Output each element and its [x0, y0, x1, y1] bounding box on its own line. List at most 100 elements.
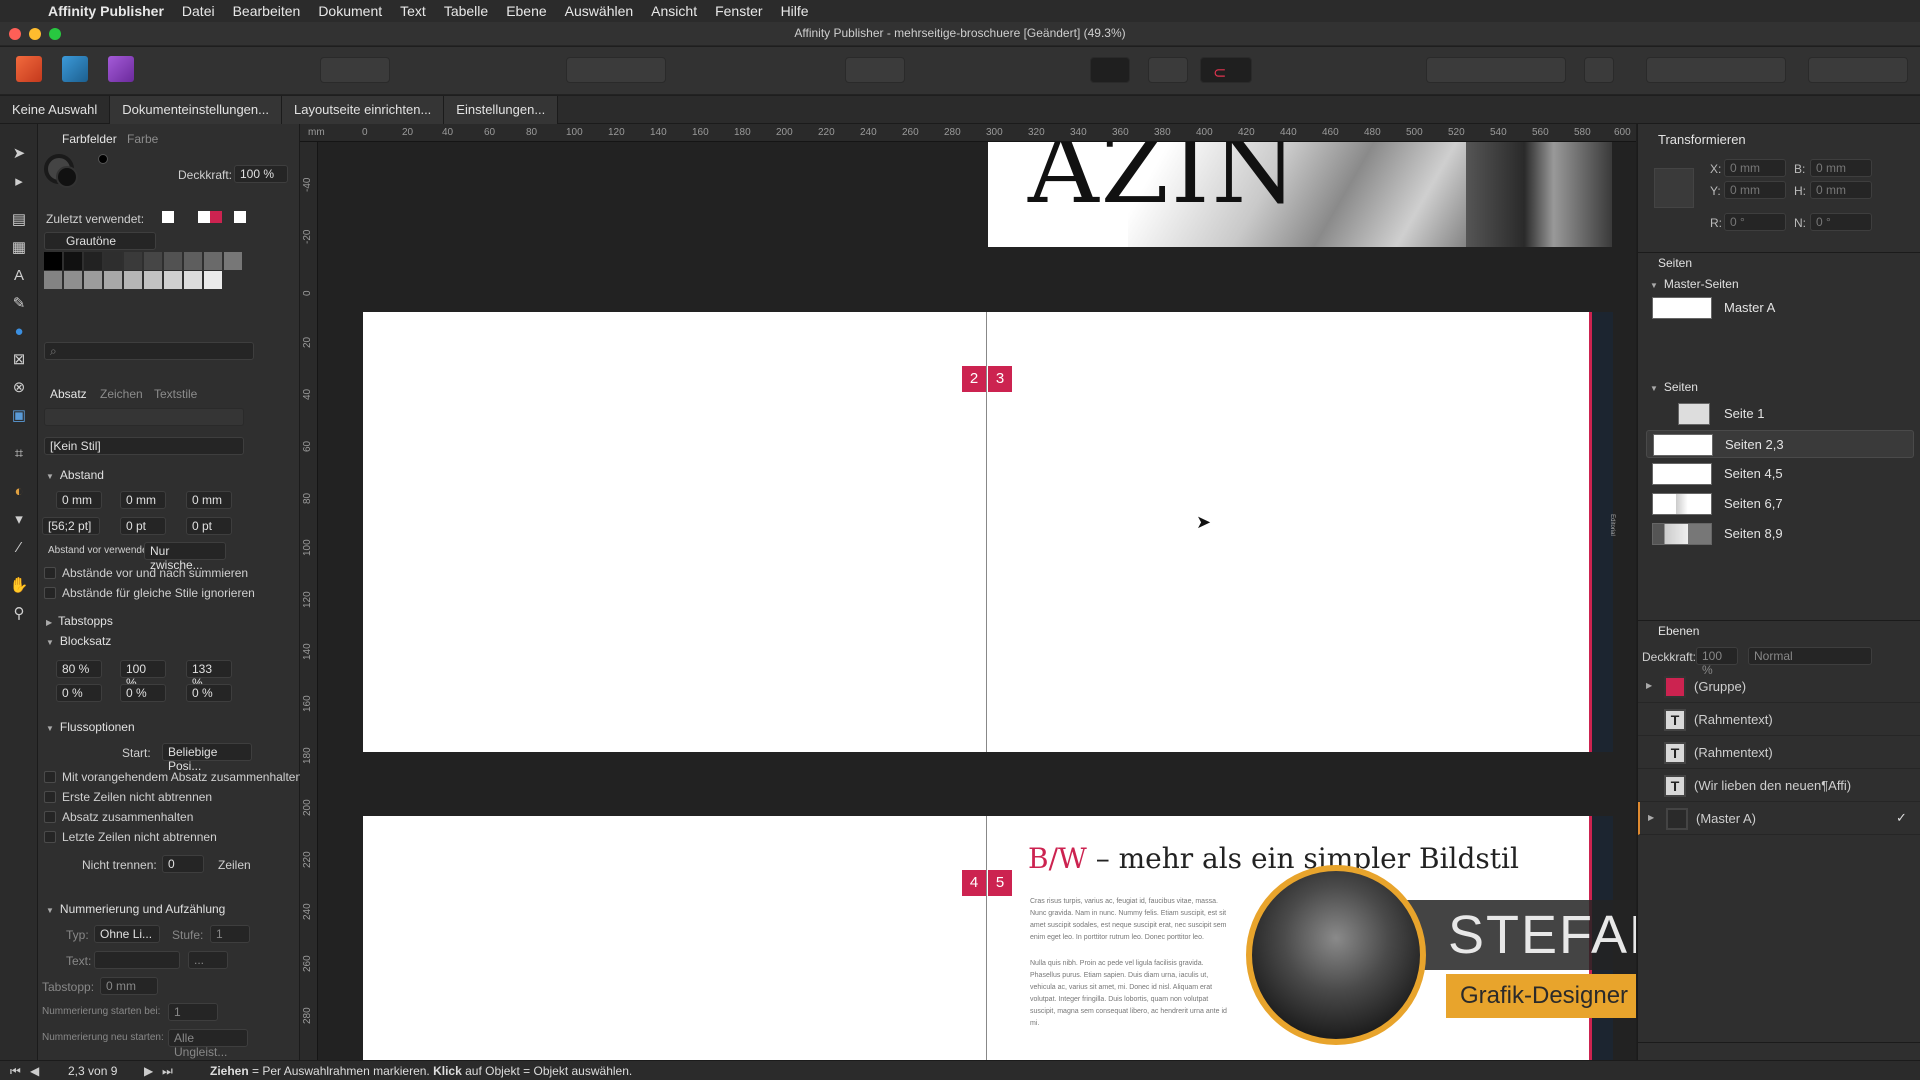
section-abstand[interactable]: Abstand: [46, 468, 104, 482]
layers-opacity-field[interactable]: 100 %: [1696, 647, 1738, 677]
word-desired-field[interactable]: 100 %: [120, 660, 166, 690]
page-setup-button[interactable]: Layoutseite einrichten...: [281, 95, 445, 124]
tab-zeichen[interactable]: Zeichen: [100, 387, 143, 401]
alignment-buttons[interactable]: [44, 408, 244, 426]
swatch[interactable]: [124, 252, 142, 270]
paragraph-style-select[interactable]: [Kein Stil]: [44, 437, 244, 455]
ruler-top[interactable]: mm 0 20 40 60 80 100 120 140 160 180 200…: [300, 124, 1636, 142]
opacity-field[interactable]: 100 %: [234, 165, 288, 183]
assets-button-group[interactable]: [320, 57, 390, 83]
swatch[interactable]: [204, 271, 222, 289]
text-more-button[interactable]: ...: [188, 951, 228, 969]
page-row-selected[interactable]: Seiten 2,3: [1646, 430, 1914, 458]
prev-page-icon[interactable]: ◀: [30, 1064, 39, 1078]
y-field[interactable]: 0 mm: [1724, 181, 1786, 199]
swatch[interactable]: [184, 252, 202, 270]
start-select[interactable]: Beliebige Posi...: [162, 743, 252, 773]
frame-text-tool-icon[interactable]: ▤: [9, 210, 29, 230]
section-flussoptionen[interactable]: Flussoptionen: [46, 720, 135, 734]
color-picker-tool-icon[interactable]: ◐: [9, 482, 29, 502]
node-tool-icon[interactable]: ▸: [9, 172, 29, 192]
crop-tool-icon[interactable]: ⌗: [9, 444, 29, 464]
menu-tabelle[interactable]: Tabelle: [444, 3, 488, 19]
indent-right-field[interactable]: 0 mm: [186, 491, 232, 509]
blend-mode-select[interactable]: Normal: [1748, 647, 1872, 665]
nicht-trennen-field[interactable]: 0: [162, 855, 204, 873]
pen-tool-icon[interactable]: ✎: [9, 294, 29, 314]
layer-row[interactable]: ▶ (Gruppe): [1638, 670, 1920, 703]
first-page-icon[interactable]: ⏮: [10, 1064, 21, 1079]
checkbox[interactable]: [44, 831, 56, 843]
swatch[interactable]: [124, 271, 142, 289]
swatch[interactable]: [144, 252, 162, 270]
word-max-field[interactable]: 133 %: [186, 660, 232, 690]
x-field[interactable]: 0 mm: [1724, 159, 1786, 177]
boolean-group[interactable]: [1808, 57, 1908, 83]
recent-swatch[interactable]: [234, 211, 246, 223]
recent-swatch[interactable]: [210, 211, 222, 223]
swatch[interactable]: [184, 271, 202, 289]
letter-min-field[interactable]: 0 %: [56, 684, 102, 702]
leading-field[interactable]: [56;2 pt]: [42, 517, 100, 535]
space-before-field[interactable]: 0 pt: [120, 517, 166, 535]
menu-dokument[interactable]: Dokument: [318, 3, 382, 19]
master-page-row[interactable]: Master A: [1646, 294, 1914, 322]
swatch-search-input[interactable]: ⌕: [44, 342, 254, 360]
recent-swatch[interactable]: [162, 211, 174, 223]
layer-row[interactable]: T (Rahmentext): [1638, 703, 1920, 736]
menu-bearbeiten[interactable]: Bearbeiten: [233, 3, 301, 19]
swatch[interactable]: [144, 271, 162, 289]
menu-hilfe[interactable]: Hilfe: [781, 3, 809, 19]
zoom-tool-icon[interactable]: ⚲: [9, 604, 29, 624]
space-after-field[interactable]: 0 pt: [186, 517, 232, 535]
checkbox[interactable]: [44, 791, 56, 803]
swatch[interactable]: [204, 252, 222, 270]
tab-absatz[interactable]: Absatz: [50, 387, 87, 401]
preferences-button[interactable]: Einstellungen...: [444, 95, 559, 124]
anchor-selector[interactable]: [1654, 168, 1694, 208]
letter-desired-field[interactable]: 0 %: [120, 684, 166, 702]
checkbox[interactable]: [44, 811, 56, 823]
menu-ebene[interactable]: Ebene: [506, 3, 546, 19]
stufe-field[interactable]: 1: [210, 925, 250, 943]
menu-datei[interactable]: Datei: [182, 3, 215, 19]
swatch[interactable]: [104, 271, 122, 289]
swatch[interactable]: [164, 252, 182, 270]
document-settings-button[interactable]: Dokumenteinstellungen...: [110, 95, 282, 124]
w-field[interactable]: 0 mm: [1810, 159, 1872, 177]
artistic-text-tool-icon[interactable]: A: [9, 266, 29, 286]
text-field[interactable]: [94, 951, 180, 969]
page-row[interactable]: Seite 1: [1646, 400, 1914, 428]
r-field[interactable]: 0 °: [1724, 213, 1786, 231]
swatch[interactable]: [44, 271, 62, 289]
section-master-pages[interactable]: Master-Seiten: [1650, 277, 1739, 291]
swatch[interactable]: [64, 252, 82, 270]
checkbox[interactable]: [44, 567, 56, 579]
checkbox[interactable]: [44, 771, 56, 783]
fill-tool-icon[interactable]: ▾: [9, 510, 29, 530]
visibility-check-icon[interactable]: ✓: [1896, 810, 1907, 826]
swatch[interactable]: [164, 271, 182, 289]
abstand-use-select[interactable]: Nur zwische...: [144, 542, 226, 572]
apple-icon[interactable]: [18, 3, 34, 19]
section-tabstopps[interactable]: Tabstopps: [46, 614, 113, 628]
arrange-group[interactable]: [1426, 57, 1566, 83]
tab-swatches[interactable]: Farbfelder: [62, 132, 117, 146]
photo-persona-icon[interactable]: [62, 56, 88, 82]
word-min-field[interactable]: 80 %: [56, 660, 102, 678]
swatch[interactable]: [104, 252, 122, 270]
typ-select[interactable]: Ohne Li...: [94, 925, 160, 943]
publisher-persona-icon[interactable]: [16, 56, 42, 82]
section-pages[interactable]: Seiten: [1650, 380, 1698, 394]
swatch[interactable]: [44, 252, 62, 270]
menu-auswaehlen[interactable]: Auswählen: [565, 3, 634, 19]
letter-max-field[interactable]: 0 %: [186, 684, 232, 702]
indent-first-field[interactable]: 0 mm: [120, 491, 166, 509]
palette-select[interactable]: Grautöne: [44, 232, 156, 250]
section-blocksatz[interactable]: Blocksatz: [46, 634, 111, 648]
distribute-button[interactable]: [1584, 57, 1614, 83]
section-nummerierung[interactable]: Nummerierung und Aufzählung: [46, 902, 225, 916]
tabstopp-field[interactable]: 0 mm: [100, 977, 158, 995]
n-field[interactable]: 0 °: [1810, 213, 1872, 231]
page-cover[interactable]: AZIN: [988, 142, 1612, 247]
